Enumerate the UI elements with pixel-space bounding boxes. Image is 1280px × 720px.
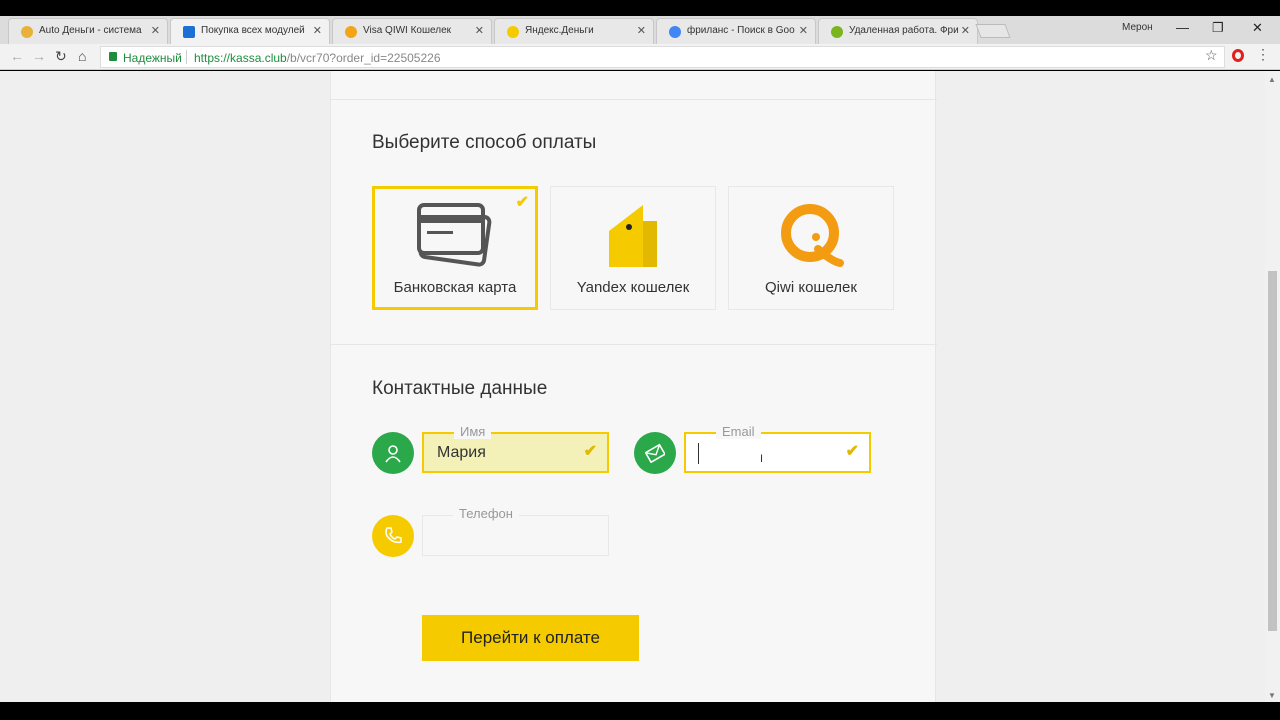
kebab-menu-icon[interactable]: ⋮ [1256,46,1270,63]
reload-icon[interactable]: ↻ [55,48,67,65]
maximize-icon[interactable]: ❐ [1212,20,1224,36]
phone-field[interactable]: Телефон [422,506,609,556]
close-tab-icon[interactable]: ✕ [961,24,970,37]
payment-option-bank-card[interactable]: ✔ Банковская карта [372,186,538,310]
valid-check-icon: ✔ [845,443,859,460]
tab-title: фриланс - Поиск в Goo [687,25,795,36]
valid-check-icon: ✔ [583,443,597,460]
secure-label[interactable]: Надежный [123,51,182,65]
checkout-panel: Выберите способ оплаты ✔ Банковская карт… [330,71,937,702]
lock-icon [109,52,117,61]
yandex-wallet-icon [609,205,657,267]
scroll-up-icon[interactable]: ▲ [1268,75,1276,84]
email-icon [634,432,676,474]
close-tab-icon[interactable]: ✕ [151,24,160,37]
user-icon [372,432,414,474]
divider [331,99,937,100]
text-caret [698,443,699,464]
google-favicon-icon [669,26,681,38]
tab-visa-qiwi[interactable]: Visa QIWI Кошелек ✕ [332,18,492,44]
name-field-value: Мария [437,444,486,461]
selected-check-icon: ✔ [515,194,529,211]
browser-window: Auto Деньги - система ✕ Покупка всех мод… [0,0,1280,720]
yandex-favicon-icon [507,26,519,38]
url-path: /b/vcr70?order_id=22505226 [286,51,441,65]
tab-purchase-modules[interactable]: Покупка всех модулей ✕ [170,18,330,44]
tab-title: Покупка всех модулей [201,25,305,36]
payment-option-yandex[interactable]: Yandex кошелек [550,186,716,310]
tab-title: Visa QIWI Кошелек [363,25,452,36]
payment-option-label: Qiwi кошелек [765,279,857,296]
page-scrollbar[interactable]: ▲ ▼ [1265,71,1280,702]
phone-field-label: Телефон [453,506,519,521]
home-icon[interactable]: ⌂ [78,48,86,64]
address-bar[interactable]: Надежный https://kassa.club/b/vcr70?orde… [100,46,1225,68]
url-host: https://kassa.club [194,51,287,65]
payment-option-label: Yandex кошелек [576,279,690,296]
tab-yandex-money[interactable]: Яндекс.Деньги ✕ [494,18,654,44]
forward-arrow-icon[interactable]: → [32,48,46,64]
browser-toolbar: ← → ↻ ⌂ Надежный https://kassa.club/b/vc… [0,44,1280,70]
site-favicon-icon [183,26,195,38]
proceed-to-payment-button[interactable]: Перейти к оплате [422,615,639,661]
email-field[interactable]: Email I ✔ [684,424,871,473]
profile-name[interactable]: Мерон [1122,22,1153,33]
bank-card-icon [417,203,492,267]
divider [331,344,937,345]
close-tab-icon[interactable]: ✕ [313,24,322,37]
url-text[interactable]: https://kassa.club/b/vcr70?order_id=2250… [194,51,441,65]
qiwi-icon [781,204,844,267]
close-tab-icon[interactable]: ✕ [799,24,808,37]
payment-option-qiwi[interactable]: Qiwi кошелек [728,186,894,310]
phone-icon [372,515,414,557]
qiwi-favicon-icon [345,26,357,38]
fl-favicon-icon [831,26,843,38]
bookmark-star-icon[interactable]: ☆ [1205,47,1218,64]
coin-favicon-icon [21,26,33,38]
bottom-border [0,702,1280,720]
payment-method-title: Выберите способ оплаты [372,132,597,153]
tab-google-search[interactable]: фриланс - Поиск в Goo ✕ [656,18,816,44]
tab-title: Яндекс.Деньги [525,25,594,36]
divider [186,50,187,64]
text-cursor-icon: I [760,453,764,465]
page-viewport: Выберите способ оплаты ✔ Банковская карт… [0,71,1265,702]
name-field[interactable]: Имя Мария ✔ [422,424,609,473]
name-field-label: Имя [454,424,492,439]
close-tab-icon[interactable]: ✕ [637,24,646,37]
tab-remote-work[interactable]: Удаленная работа. Фри ✕ [818,18,978,44]
close-window-icon[interactable]: ✕ [1252,20,1263,36]
tab-auto-dengi[interactable]: Auto Деньги - система ✕ [8,18,168,44]
minimize-icon[interactable]: — [1176,20,1189,35]
email-field-label: Email [716,424,761,439]
contacts-title: Контактные данные [372,378,548,399]
scroll-down-icon[interactable]: ▼ [1268,691,1276,700]
tab-title: Удаленная работа. Фри [849,25,959,36]
close-tab-icon[interactable]: ✕ [475,24,484,37]
new-tab-button[interactable] [975,24,1011,38]
payment-option-label: Банковская карта [393,279,517,296]
scrollbar-thumb[interactable] [1268,271,1277,631]
tab-title: Auto Деньги - система [39,25,142,36]
tab-strip: Auto Деньги - система ✕ Покупка всех мод… [0,16,1280,44]
opera-extension-icon[interactable] [1232,49,1244,62]
back-arrow-icon[interactable]: ← [10,48,24,64]
